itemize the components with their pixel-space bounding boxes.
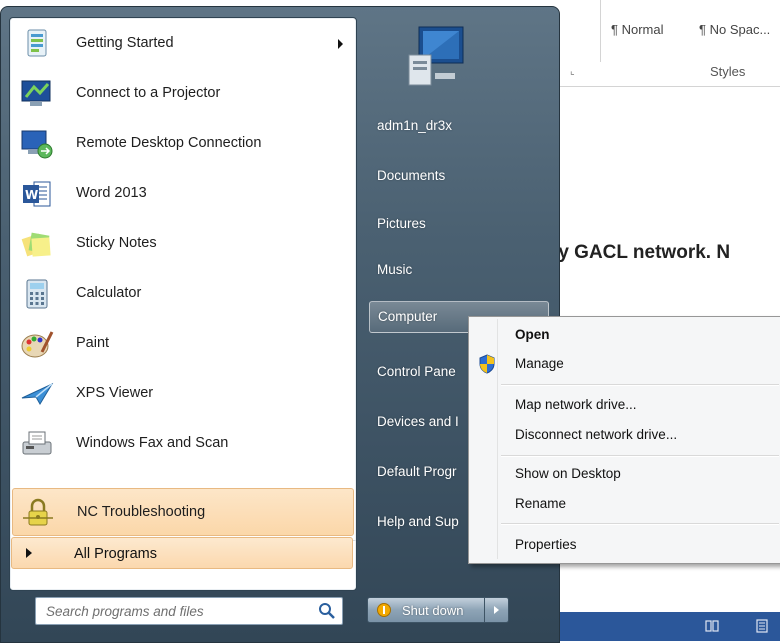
ctx-label: Rename — [515, 496, 567, 511]
computer-context-menu: Open Manage Map network drive... Disconn… — [468, 316, 780, 564]
word-statusbar — [555, 612, 780, 641]
user-picture-computer-icon[interactable] — [405, 25, 473, 93]
program-nc-troubleshooting[interactable]: NC Troubleshooting — [12, 488, 354, 536]
program-label: Connect to a Projector — [76, 85, 221, 101]
program-label: Word 2013 — [76, 185, 147, 201]
program-xps-viewer[interactable]: XPS Viewer — [12, 370, 354, 418]
ctx-separator — [501, 523, 779, 525]
styles-gallery: ¶ Normal ¶ No Spac... — [600, 0, 780, 62]
search-area: Search programs and files — [9, 589, 355, 639]
print-layout-icon[interactable] — [755, 619, 769, 633]
right-item-label: Music — [377, 262, 413, 277]
read-mode-icon[interactable] — [705, 619, 719, 633]
ctx-separator — [501, 384, 779, 386]
program-label: Remote Desktop Connection — [76, 135, 262, 151]
program-label: Paint — [76, 335, 110, 351]
right-item-label: Control Pane — [377, 364, 456, 379]
all-programs-button[interactable]: All Programs — [11, 537, 353, 569]
right-item-label: Pictures — [377, 216, 426, 231]
program-word-2013[interactable]: W Word 2013 — [12, 170, 354, 218]
program-label: NC Troubleshooting — [77, 504, 206, 520]
ctx-properties[interactable]: Properties — [471, 532, 780, 558]
ctx-label: Map network drive... — [515, 397, 637, 412]
ctx-rename[interactable]: Rename — [471, 491, 780, 517]
program-label: XPS Viewer — [76, 385, 154, 401]
search-input[interactable]: Search programs and files — [35, 597, 343, 625]
right-item-label: adm1n_dr3x — [377, 118, 453, 133]
ctx-label: Properties — [515, 537, 577, 552]
shutdown-button[interactable]: Shut down — [367, 597, 485, 623]
ctx-open[interactable]: Open — [471, 322, 780, 348]
shutdown-options-button[interactable] — [485, 597, 509, 623]
right-item-pictures[interactable]: Pictures — [369, 209, 549, 241]
program-label: Sticky Notes — [76, 235, 157, 251]
right-item-music[interactable]: Music — [369, 255, 549, 287]
svg-text:W: W — [25, 188, 38, 202]
submenu-arrow-icon — [338, 39, 343, 49]
ctx-disconnect-network-drive[interactable]: Disconnect network drive... — [471, 422, 780, 448]
ctx-label: Disconnect network drive... — [515, 427, 678, 442]
document-body-text: ty GACL network. N — [552, 242, 731, 263]
uac-shield-icon — [377, 603, 391, 617]
fax-scan-icon — [20, 428, 54, 460]
ctx-manage[interactable]: Manage — [471, 351, 780, 377]
right-item-label: Help and Sup — [377, 514, 459, 529]
ctx-label: Open — [515, 327, 550, 342]
shutdown-label: Shut down — [402, 603, 464, 618]
calculator-icon — [20, 278, 54, 310]
right-item-label: Devices and I — [377, 414, 459, 429]
style-normal[interactable]: ¶ Normal — [611, 22, 664, 37]
program-paint[interactable]: Paint — [12, 320, 354, 368]
search-icon[interactable] — [318, 602, 336, 620]
sticky-notes-icon — [20, 228, 54, 260]
chevron-right-icon — [494, 606, 499, 614]
remote-desktop-icon — [20, 128, 54, 160]
ctx-separator — [501, 455, 779, 457]
program-calculator[interactable]: Calculator — [12, 270, 354, 318]
program-label: Getting Started — [76, 35, 174, 51]
right-item-user-folder[interactable]: adm1n_dr3x — [369, 111, 549, 143]
word-ribbon: ⌞ ¶ Normal ¶ No Spac... Styles — [560, 0, 780, 87]
all-programs-label: All Programs — [74, 546, 157, 562]
styles-launcher-icon[interactable]: ⌞ — [570, 66, 575, 77]
search-placeholder: Search programs and files — [46, 604, 204, 619]
programs-pane: Getting Started Connect to a Projector R… — [9, 17, 357, 591]
word-icon: W — [20, 178, 54, 210]
style-no-spacing[interactable]: ¶ No Spac... — [699, 22, 770, 37]
lock-icon — [21, 497, 55, 529]
projector-icon — [20, 78, 54, 110]
styles-group-label: Styles — [710, 64, 746, 79]
right-item-documents[interactable]: Documents — [369, 161, 549, 193]
ctx-label: Manage — [515, 356, 564, 371]
paint-icon — [20, 328, 54, 360]
getting-started-icon — [20, 28, 54, 60]
xps-viewer-icon — [20, 378, 54, 410]
ctx-map-network-drive[interactable]: Map network drive... — [471, 392, 780, 418]
program-label: Calculator — [76, 285, 142, 301]
ctx-show-on-desktop[interactable]: Show on Desktop — [471, 461, 780, 487]
uac-shield-icon — [478, 354, 496, 374]
program-label: Windows Fax and Scan — [76, 435, 229, 451]
program-remote-desktop[interactable]: Remote Desktop Connection — [12, 120, 354, 168]
expand-arrow-icon — [26, 548, 32, 558]
right-item-label: Default Progr — [377, 464, 457, 479]
program-fax-scan[interactable]: Windows Fax and Scan — [12, 420, 354, 468]
program-connect-projector[interactable]: Connect to a Projector — [12, 70, 354, 118]
right-item-label: Documents — [377, 168, 446, 183]
program-getting-started[interactable]: Getting Started — [12, 20, 354, 68]
program-sticky-notes[interactable]: Sticky Notes — [12, 220, 354, 268]
right-item-label: Computer — [378, 309, 438, 324]
ctx-label: Show on Desktop — [515, 466, 621, 481]
